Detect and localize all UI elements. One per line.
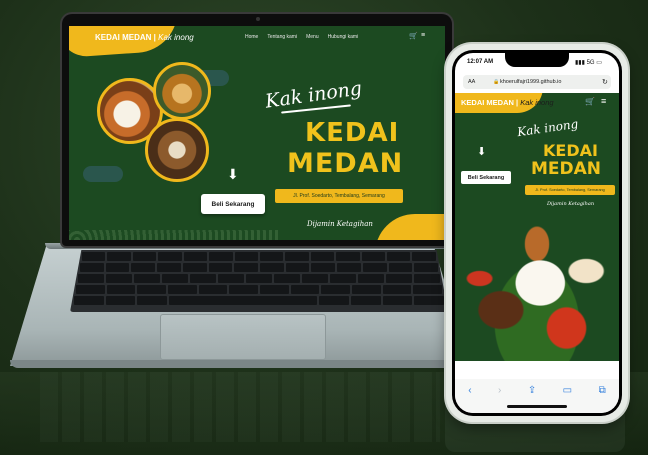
url-text: khoerulfajri1999.github.io <box>500 79 562 85</box>
hero-title-line2: MEDAN <box>287 148 404 179</box>
food-image-drink <box>145 118 209 182</box>
network-label: 5G <box>586 60 595 66</box>
reader-mode-button[interactable]: AA <box>468 79 475 85</box>
arrow-down-icon: ⬇ <box>477 146 487 158</box>
hero-title-line1: KEDAI <box>543 141 598 160</box>
tagline: Dijamin Ketagihan <box>547 201 595 207</box>
phone-notch <box>505 53 569 67</box>
share-icon[interactable]: ⇪ <box>528 385 536 396</box>
hamburger-icon[interactable]: ≡ <box>601 96 606 106</box>
bookmarks-icon[interactable]: ▭ <box>563 385 572 396</box>
brand-name: KEDAI MEDAN <box>95 33 152 42</box>
status-time: 12:07 AM <box>467 59 494 65</box>
tagline: Dijamin Ketagihan <box>307 220 373 228</box>
laptop-touchpad[interactable] <box>160 314 326 360</box>
nav-contact[interactable]: Hubungi kami <box>328 34 359 40</box>
cart-icon[interactable]: 🛒 <box>585 97 595 106</box>
buy-now-button[interactable]: Beli Sekarang <box>461 171 511 184</box>
camera-icon <box>256 17 260 21</box>
signal-indicator: ▮▮▮ 5G ▭ <box>575 60 602 66</box>
tabs-icon[interactable]: ⧉ <box>599 385 606 396</box>
site-brand[interactable]: KEDAI MEDAN | Kak inong <box>95 33 194 42</box>
home-indicator[interactable] <box>507 405 567 408</box>
phone-site: KEDAI MEDAN | Kak inong 🛒 ≡ Kak inong ⬇ … <box>455 93 619 361</box>
decorative-blob <box>375 214 445 240</box>
keyboard-reflection <box>40 372 440 442</box>
wave-decoration <box>69 230 279 240</box>
nav-home[interactable]: Home <box>245 34 258 40</box>
hero-title-line1: KEDAI <box>305 118 400 148</box>
laptop-keyboard[interactable] <box>70 250 448 312</box>
brand-subtitle: Kak inong <box>158 33 194 42</box>
laptop-front-edge <box>10 360 470 368</box>
food-photo <box>455 211 619 361</box>
back-icon[interactable]: ‹ <box>468 385 471 396</box>
phone-bezel: 12:07 AM ▮▮▮ 5G ▭ AA 🔒 khoerulfajri1999.… <box>452 50 622 416</box>
address-badge: Jl. Prof. Soedarto, Tembalang, Semarang <box>275 189 403 203</box>
site-brand[interactable]: KEDAI MEDAN | Kak inong <box>461 98 554 107</box>
arrow-down-icon: ⬇ <box>227 166 239 182</box>
brand-subtitle: Kak inong <box>520 98 554 107</box>
address-badge: Jl. Prof. Soedarto, Tembalang, Semarang <box>525 185 615 195</box>
laptop-lid: KEDAI MEDAN | Kak inong Home Tentang kam… <box>62 14 452 246</box>
phone-screen: 12:07 AM ▮▮▮ 5G ▭ AA 🔒 khoerulfajri1999.… <box>455 53 619 413</box>
brand-name: KEDAI MEDAN <box>461 98 514 107</box>
reload-icon[interactable]: ↻ <box>602 78 608 86</box>
nav-menu[interactable]: Menu <box>306 34 319 40</box>
decorative-blob <box>69 26 181 59</box>
food-image-snack <box>153 62 211 120</box>
cart-icon[interactable]: 🛒 <box>409 32 418 40</box>
site-nav: Home Tentang kami Menu Hubungi kami <box>245 34 358 40</box>
buy-now-button[interactable]: Beli Sekarang <box>201 194 265 214</box>
cloud-decoration <box>83 166 123 182</box>
lock-icon: 🔒 <box>493 78 500 85</box>
address-bar[interactable]: AA 🔒 khoerulfajri1999.github.io ↻ <box>463 75 611 89</box>
laptop-screen: KEDAI MEDAN | Kak inong Home Tentang kam… <box>69 26 445 240</box>
hamburger-icon[interactable]: ≡ <box>421 32 425 39</box>
forward-icon[interactable]: › <box>498 385 501 396</box>
phone: 12:07 AM ▮▮▮ 5G ▭ AA 🔒 khoerulfajri1999.… <box>446 44 628 422</box>
nav-about[interactable]: Tentang kami <box>267 34 297 40</box>
hero-title-line2: MEDAN <box>531 159 602 179</box>
script-title: Kak inong <box>516 116 580 140</box>
